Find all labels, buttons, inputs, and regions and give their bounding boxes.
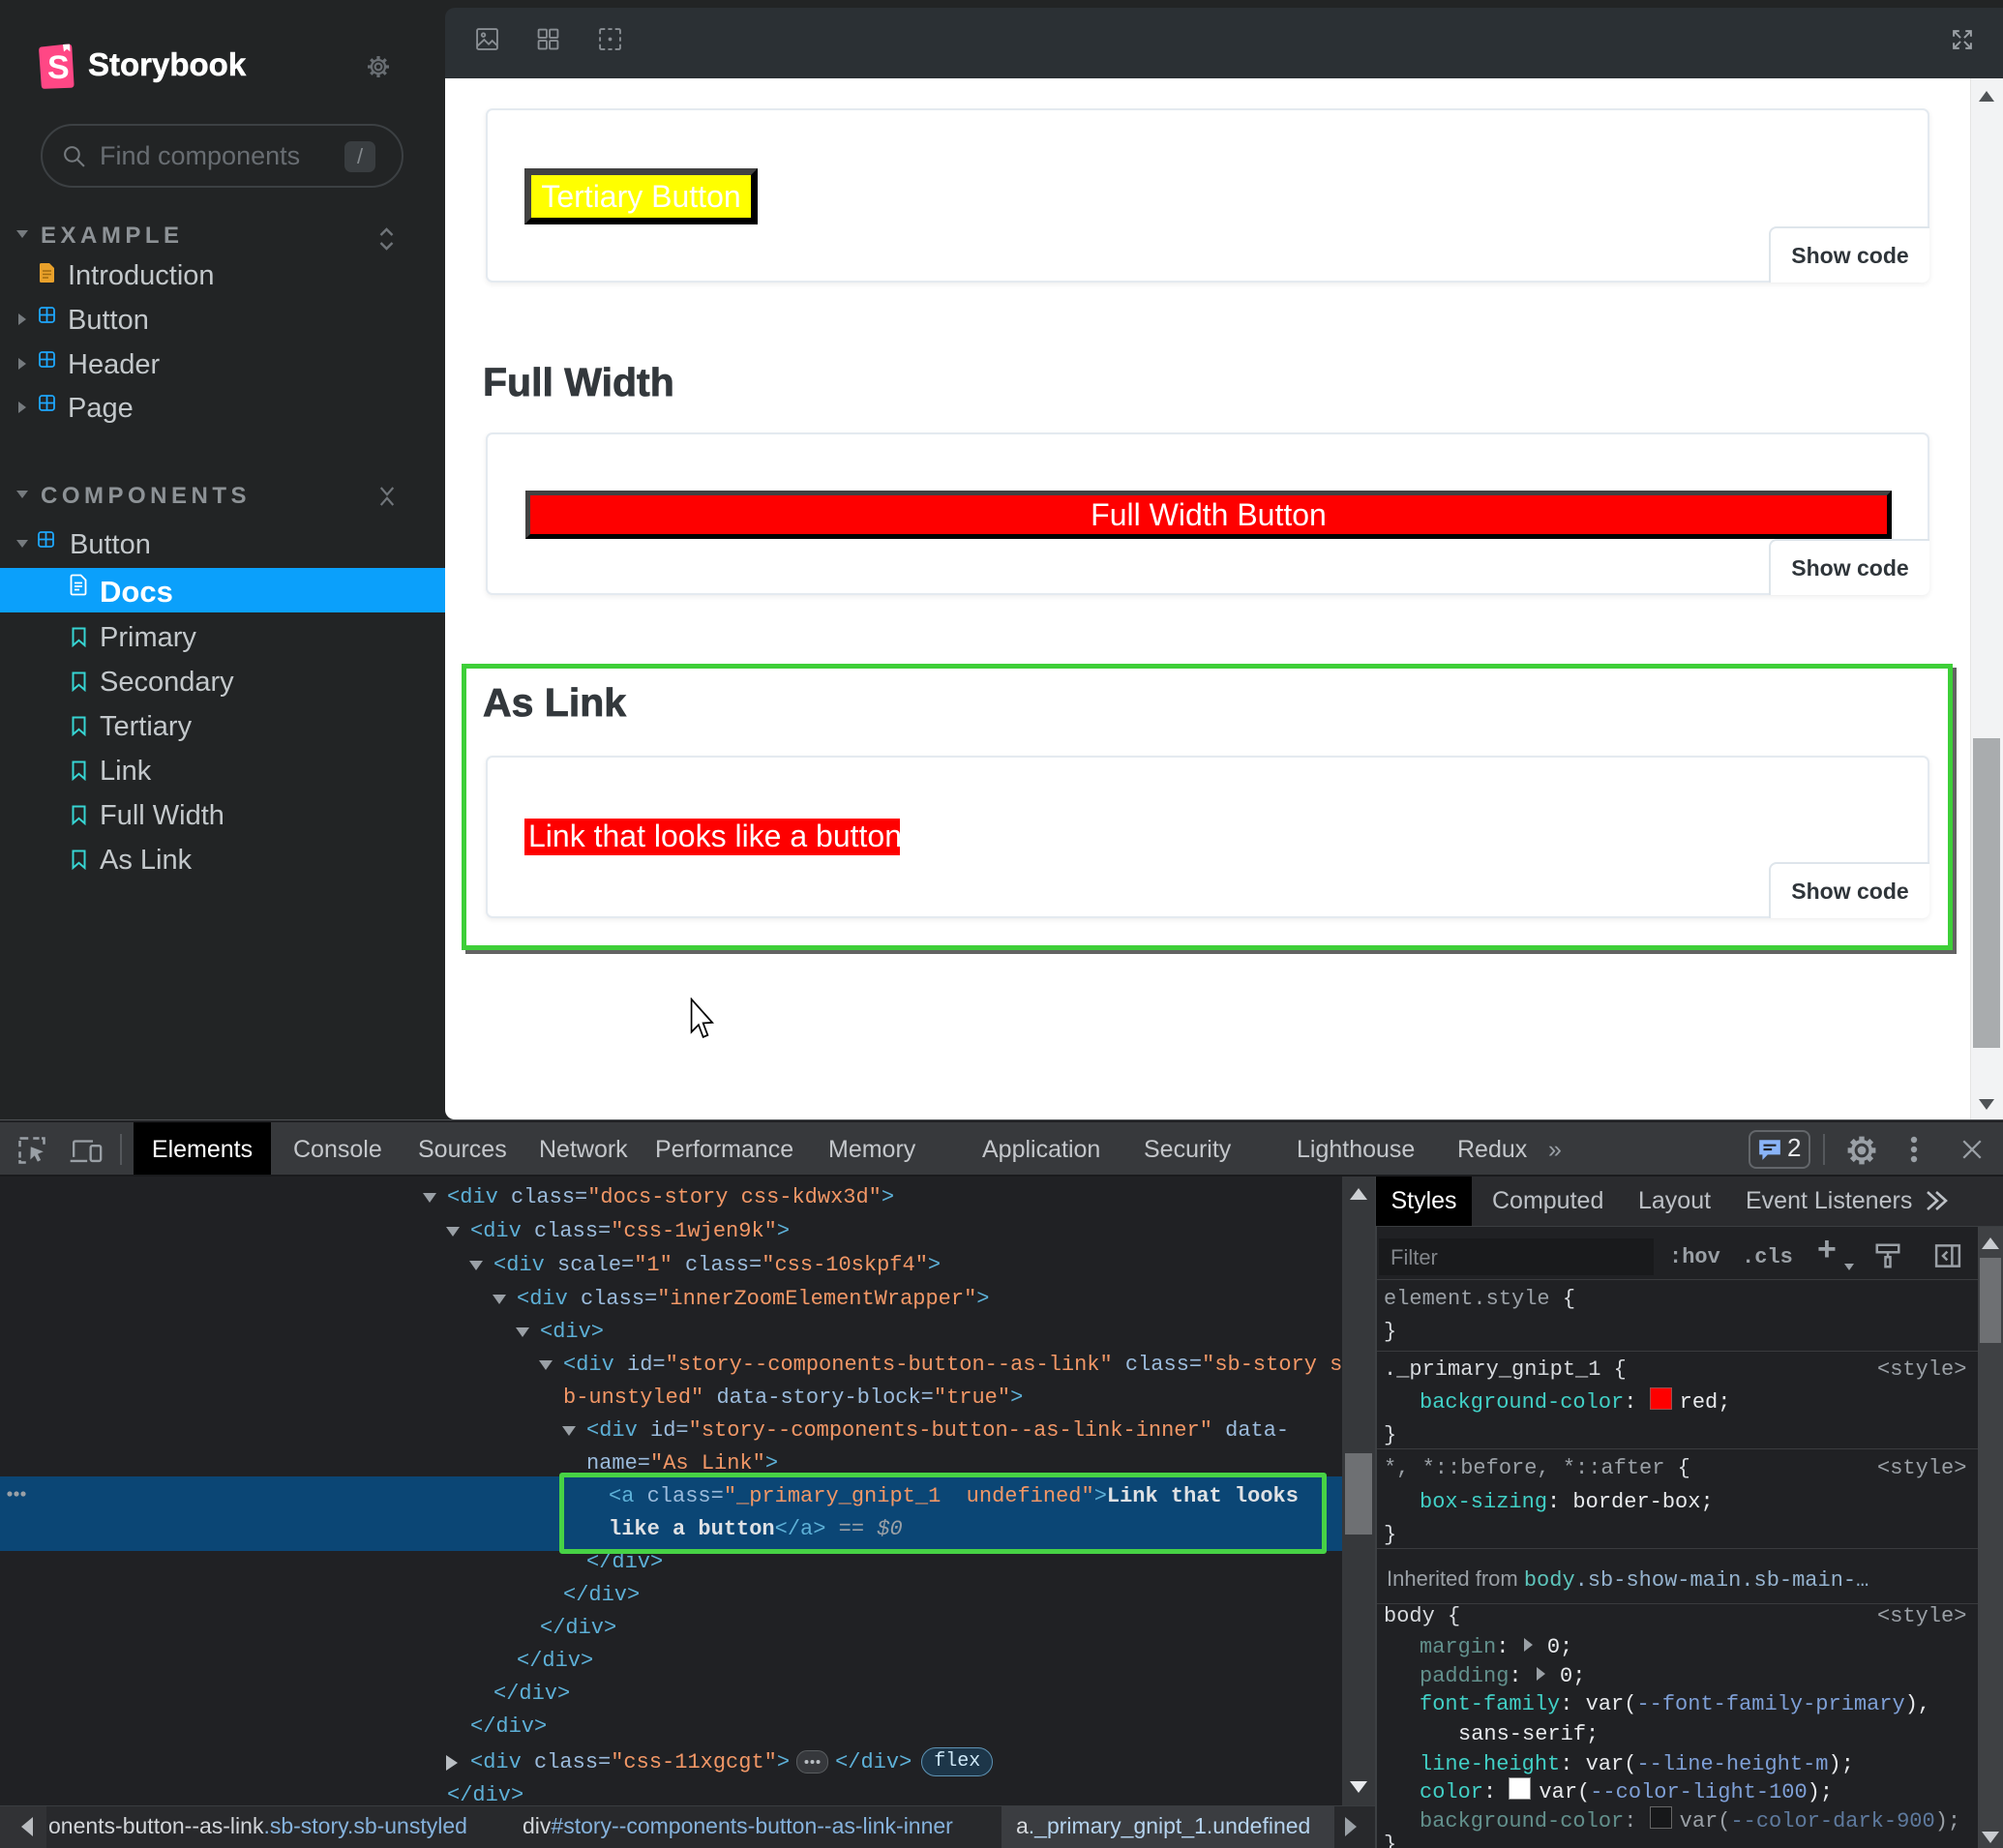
svg-text:S: S	[47, 49, 70, 86]
